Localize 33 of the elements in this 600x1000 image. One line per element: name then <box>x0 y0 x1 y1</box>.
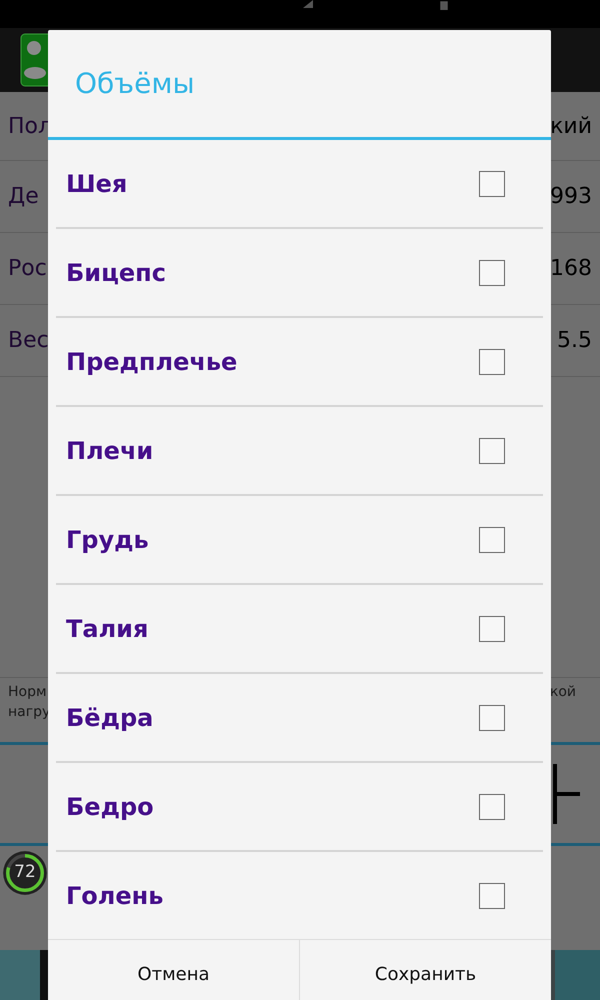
profile-value: 993 <box>550 184 592 209</box>
option-label[interactable]: Голень <box>66 882 164 910</box>
option-label[interactable]: Бёдра <box>66 704 154 732</box>
checkbox[interactable] <box>479 170 505 196</box>
app-logo-icon <box>20 33 48 87</box>
checkbox[interactable] <box>479 704 505 730</box>
option-label[interactable]: Плечи <box>66 436 154 464</box>
dialog-title: Объёмы <box>75 67 195 100</box>
note-text: кой <box>550 683 576 702</box>
option-label[interactable]: Предплечье <box>66 348 238 376</box>
option-label[interactable]: Бедро <box>66 792 154 820</box>
checkbox[interactable] <box>479 882 505 908</box>
option-label[interactable]: Грудь <box>66 526 149 554</box>
profile-label: Де <box>8 184 39 209</box>
checkbox[interactable] <box>479 526 505 552</box>
option-label[interactable]: Талия <box>66 614 148 642</box>
profile-value: кий <box>550 114 592 138</box>
note-text: нагру <box>8 703 50 722</box>
progress-gauge: 72 <box>2 850 48 896</box>
note-text: Норм <box>8 683 48 702</box>
profile-value: 5.5 <box>557 328 592 353</box>
option-label[interactable]: Бицепс <box>66 258 166 286</box>
checkbox[interactable] <box>479 794 505 820</box>
option-label[interactable]: Шея <box>66 170 128 198</box>
plus-icon[interactable] <box>553 764 580 824</box>
battery-icon <box>438 0 450 10</box>
checkbox[interactable] <box>479 438 505 464</box>
checkbox[interactable] <box>479 616 505 642</box>
profile-label: Рос <box>8 256 47 281</box>
profile-label: Вес <box>8 328 49 353</box>
checkbox[interactable] <box>479 260 505 286</box>
profile-value: 168 <box>550 256 592 281</box>
checkbox[interactable] <box>479 348 505 374</box>
